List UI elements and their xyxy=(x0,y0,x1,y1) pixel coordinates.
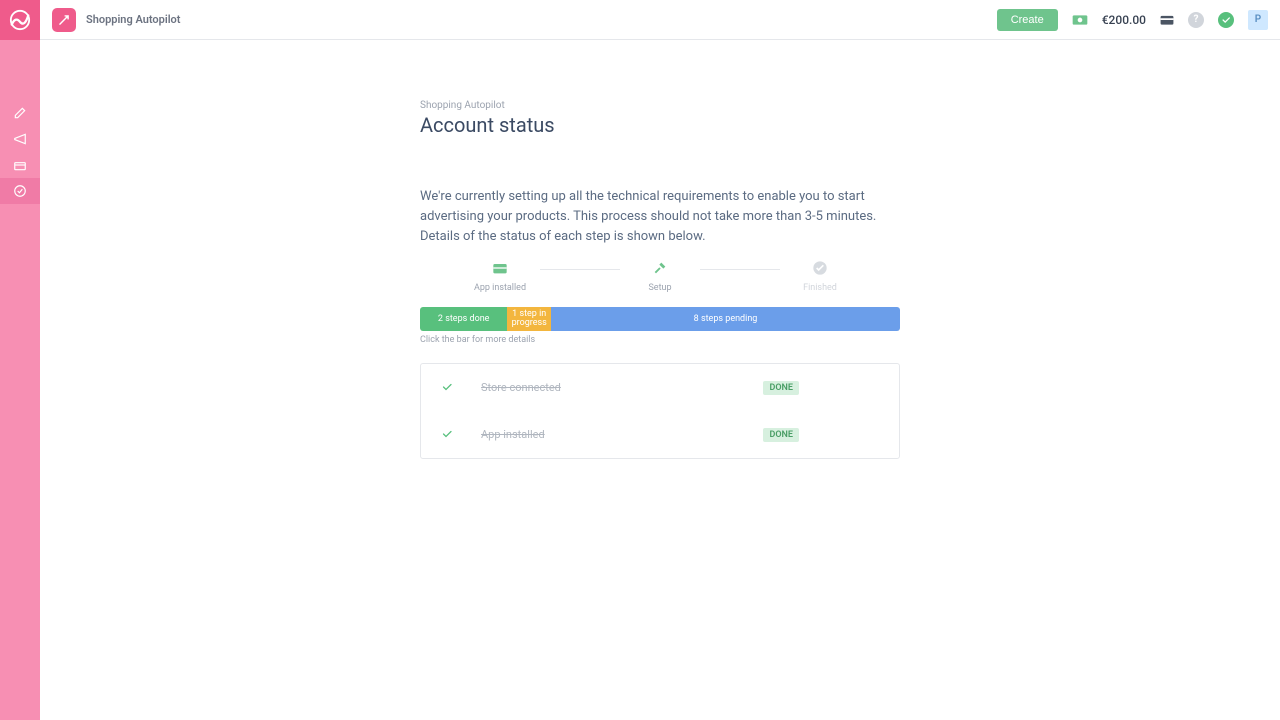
top-header: Shopping Autopilot Create €200.00 ? P xyxy=(40,0,1280,40)
balance-amount: €200.00 xyxy=(1102,13,1146,27)
main-content: Shopping Autopilot Account status We're … xyxy=(40,40,1280,459)
phase-setup: Setup xyxy=(620,259,700,293)
progress-prog-label: step in progress xyxy=(512,309,547,329)
money-icon[interactable] xyxy=(1072,14,1088,26)
sidebar-item-status[interactable] xyxy=(0,178,40,204)
phase-label: App installed xyxy=(474,283,526,293)
phase-row: App installed Setup Finished xyxy=(420,259,900,293)
brand-logo[interactable] xyxy=(0,0,40,40)
progress-segment-pending[interactable]: 8 steps pending xyxy=(551,307,900,331)
status-ok-icon[interactable] xyxy=(1218,12,1234,28)
create-button[interactable]: Create xyxy=(997,9,1058,31)
step-name: App installed xyxy=(481,428,763,441)
user-avatar[interactable]: P xyxy=(1248,10,1268,30)
step-row: App installed DONE xyxy=(421,411,899,458)
phase-connector xyxy=(540,269,620,270)
phase-finished: Finished xyxy=(780,259,860,293)
sidebar-item-store[interactable] xyxy=(0,152,40,178)
page-title: Account status xyxy=(420,113,900,137)
store-icon xyxy=(492,259,508,277)
app-icon xyxy=(52,8,76,32)
phase-connector xyxy=(700,269,780,270)
phase-app-installed: App installed xyxy=(460,259,540,293)
phase-label: Finished xyxy=(803,283,837,293)
step-name: Store connected xyxy=(481,381,763,394)
progress-bar[interactable]: 2 steps done 1 step in progress 8 steps … xyxy=(420,307,900,331)
progress-segment-in-progress[interactable]: 1 step in progress xyxy=(507,307,551,331)
check-icon xyxy=(441,378,481,397)
progress-hint: Click the bar for more details xyxy=(420,335,900,345)
breadcrumb: Shopping Autopilot xyxy=(420,100,900,111)
wallet-icon[interactable] xyxy=(1160,14,1174,26)
app-name: Shopping Autopilot xyxy=(86,13,180,26)
progress-pend-count: 8 xyxy=(694,314,699,324)
help-icon[interactable]: ? xyxy=(1188,12,1204,28)
check-icon xyxy=(441,425,481,444)
sidebar-item-edit[interactable] xyxy=(0,100,40,126)
progress-prog-count: 1 xyxy=(512,309,517,319)
check-circle-icon xyxy=(812,259,828,277)
step-row: Store connected DONE xyxy=(421,364,899,411)
progress-pend-label: steps pending xyxy=(701,314,757,324)
sidebar xyxy=(0,0,40,720)
intro-text: We're currently setting up all the techn… xyxy=(420,187,900,247)
steps-panel: Store connected DONE App installed DONE xyxy=(420,363,900,459)
progress-done-count: 2 xyxy=(438,314,443,324)
progress-done-label: steps done xyxy=(445,314,489,324)
sidebar-item-campaigns[interactable] xyxy=(0,126,40,152)
progress-segment-done[interactable]: 2 steps done xyxy=(420,307,507,331)
phase-label: Setup xyxy=(648,283,671,293)
hammer-icon xyxy=(652,259,668,277)
step-status-badge: DONE xyxy=(763,381,799,395)
step-status-badge: DONE xyxy=(763,428,799,442)
